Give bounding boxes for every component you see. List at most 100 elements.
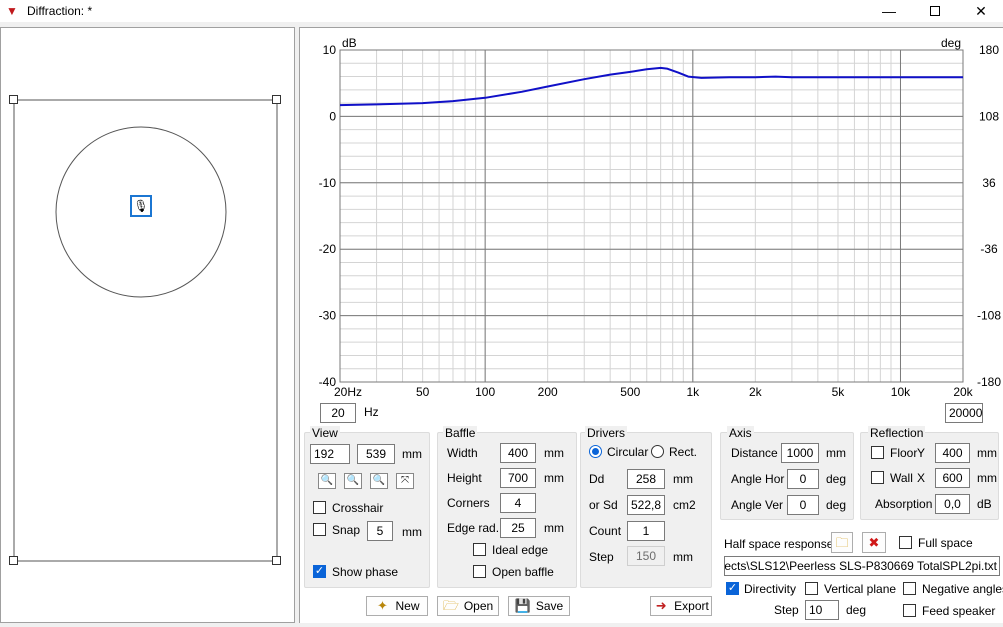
y-tick-label: -20 bbox=[319, 242, 337, 256]
angle-hor-unit: deg bbox=[826, 472, 847, 486]
edge-radius-input[interactable]: 25 bbox=[500, 518, 536, 538]
freq-unit-label: Hz bbox=[364, 405, 379, 419]
y-axis-label-right: deg bbox=[941, 36, 961, 50]
minimize-button[interactable]: — bbox=[866, 0, 912, 22]
floor-checkbox[interactable] bbox=[871, 446, 884, 459]
export-button-label: Export bbox=[674, 599, 709, 613]
full-space-label: Full space bbox=[918, 536, 973, 550]
zoom-1-icon[interactable]: 🔍 bbox=[344, 473, 362, 489]
x-tick-label: 1k bbox=[686, 385, 700, 399]
angle-ver-input[interactable]: 0 bbox=[787, 495, 819, 515]
y-tick-label: 0 bbox=[329, 109, 336, 123]
circular-radio[interactable] bbox=[589, 445, 602, 458]
view-unit-label: mm bbox=[402, 447, 422, 461]
view-y-input[interactable]: 539 bbox=[357, 444, 395, 464]
crosshair-checkbox[interactable] bbox=[313, 501, 326, 514]
floor-label: Floor bbox=[890, 446, 918, 460]
dd-input[interactable]: 258 bbox=[627, 469, 665, 489]
maximize-button[interactable] bbox=[912, 0, 958, 22]
folder-icon: 🗀 bbox=[835, 534, 849, 550]
feed-speaker-label: Feed speaker bbox=[922, 604, 996, 618]
y-axis-label: dB bbox=[342, 36, 357, 50]
zoom-in-icon[interactable]: 🔍 bbox=[370, 473, 388, 489]
open-baffle-checkbox[interactable] bbox=[473, 565, 486, 578]
height-input[interactable]: 700 bbox=[500, 468, 536, 488]
y-tick-label-right: -36 bbox=[980, 242, 998, 256]
width-unit: mm bbox=[544, 446, 564, 460]
y-tick-label-right: -108 bbox=[977, 309, 1001, 323]
rect-radio[interactable] bbox=[651, 445, 664, 458]
snap-label: Snap bbox=[332, 523, 361, 537]
open-button[interactable]: 🗁 Open bbox=[437, 596, 499, 616]
view-x-input[interactable]: 192 bbox=[310, 444, 350, 464]
wall-input[interactable]: 600 bbox=[935, 468, 970, 488]
dir-step-label: Step bbox=[774, 603, 799, 617]
feed-speaker-checkbox[interactable] bbox=[903, 604, 916, 617]
full-space-checkbox[interactable] bbox=[899, 536, 912, 549]
freq-max-input[interactable]: 20000 bbox=[945, 403, 983, 423]
step-unit: mm bbox=[673, 550, 693, 564]
sd-label: or Sd bbox=[589, 498, 618, 512]
dir-step-input[interactable]: 10 bbox=[805, 600, 839, 620]
view-group-title: View bbox=[310, 426, 340, 440]
plot-frame bbox=[339, 49, 964, 383]
floor-axis-label: Y bbox=[917, 446, 926, 460]
half-space-label: Half space response bbox=[724, 537, 834, 551]
show-phase-checkbox[interactable]: ✓ bbox=[313, 565, 326, 578]
window-title: Diffraction: * bbox=[27, 4, 93, 18]
angle-hor-input[interactable]: 0 bbox=[787, 469, 819, 489]
directivity-checkbox[interactable]: ✓ bbox=[726, 582, 739, 595]
axis-group-title: Axis bbox=[727, 426, 754, 440]
new-button[interactable]: ✦ New bbox=[366, 596, 428, 616]
snap-unit-label: mm bbox=[402, 525, 422, 539]
open-file-button[interactable]: 🗀 bbox=[831, 532, 853, 553]
snap-input[interactable]: 5 bbox=[367, 521, 393, 541]
floor-input[interactable]: 400 bbox=[935, 443, 970, 463]
frequency-chart[interactable]: 100-10-20-30-4018010836-36-108-180dB deg2… bbox=[300, 28, 1003, 400]
count-input[interactable]: 1 bbox=[627, 521, 665, 541]
snap-checkbox[interactable] bbox=[313, 523, 326, 536]
fit-to-view-icon[interactable]: ⤧ bbox=[396, 473, 414, 489]
resize-handle-br[interactable] bbox=[272, 556, 281, 565]
floor-unit: mm bbox=[977, 446, 997, 460]
baffle-outline bbox=[13, 99, 278, 562]
sd-input[interactable]: 522,8 bbox=[627, 495, 665, 515]
vertical-plane-checkbox[interactable] bbox=[805, 582, 818, 595]
step-label: Step bbox=[589, 550, 614, 564]
y-tick-label-right: 36 bbox=[982, 176, 996, 190]
y-tick-label: -10 bbox=[319, 176, 337, 190]
corners-label: Corners bbox=[447, 496, 490, 510]
corners-input[interactable]: 4 bbox=[500, 493, 536, 513]
drivers-group-title: Drivers bbox=[585, 426, 627, 440]
crosshair-label: Crosshair bbox=[332, 501, 384, 515]
wall-checkbox[interactable] bbox=[871, 471, 884, 484]
save-button-label: Save bbox=[535, 599, 564, 613]
freq-min-input[interactable]: 20 bbox=[320, 403, 356, 423]
sd-unit: cm2 bbox=[673, 498, 696, 512]
absorption-input[interactable]: 0,0 bbox=[935, 494, 970, 514]
x-tick-label: 10k bbox=[891, 385, 911, 399]
save-button[interactable]: 💾 Save bbox=[508, 596, 570, 616]
dd-label: Dd bbox=[589, 472, 605, 486]
resize-handle-tr[interactable] bbox=[272, 95, 281, 104]
resize-handle-bl[interactable] bbox=[9, 556, 18, 565]
clear-file-button[interactable]: ✖ bbox=[862, 532, 886, 553]
circular-label: Circular bbox=[607, 445, 649, 459]
close-button[interactable]: ✕ bbox=[958, 0, 1003, 22]
x-tick-label: 5k bbox=[832, 385, 846, 399]
angle-hor-label: Angle Hor bbox=[731, 472, 785, 486]
baffle-drawing bbox=[13, 99, 278, 562]
ideal-edge-checkbox[interactable] bbox=[473, 543, 486, 556]
angle-ver-label: Angle Ver bbox=[731, 498, 784, 512]
width-input[interactable]: 400 bbox=[500, 443, 536, 463]
zoom-out-icon[interactable]: 🔍 bbox=[318, 473, 336, 489]
baffle-view[interactable]: 🎙 bbox=[0, 27, 295, 623]
negative-angles-checkbox[interactable] bbox=[903, 582, 916, 595]
export-button[interactable]: ➜ Export bbox=[650, 596, 712, 616]
driver-marker-icon[interactable]: 🎙 bbox=[130, 195, 152, 217]
half-space-path[interactable]: D:\Projects\SLS12\Peerless SLS-P830669 T… bbox=[724, 556, 1000, 576]
resize-handle-tl[interactable] bbox=[9, 95, 18, 104]
distance-input[interactable]: 1000 bbox=[781, 443, 819, 463]
baffle-group-title: Baffle bbox=[443, 426, 478, 440]
wall-label: Wall bbox=[890, 471, 913, 485]
